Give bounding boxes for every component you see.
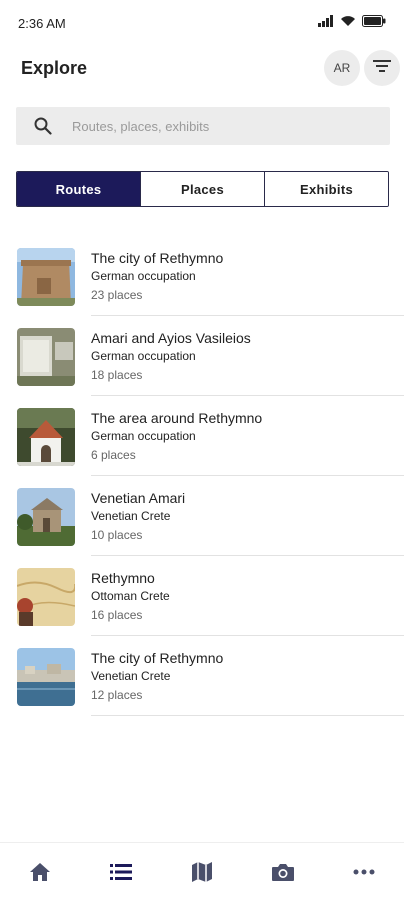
list-item[interactable]: Venetian Amari Venetian Crete 10 places [0,476,404,556]
route-thumbnail [17,408,75,466]
route-count: 6 places [91,448,136,462]
bottom-nav [0,842,404,900]
route-period: Venetian Crete [91,509,171,523]
signal-icon [318,15,334,27]
route-title: Amari and Ayios Vasileios [91,330,251,346]
route-period: German occupation [91,429,196,443]
route-title: Rethymno [91,570,155,586]
status-icons [318,15,386,27]
tab-exhibits[interactable]: Exhibits [264,172,388,206]
filter-button[interactable] [364,50,400,86]
route-period: Ottoman Crete [91,589,170,603]
nav-map[interactable] [162,843,243,900]
tab-routes[interactable]: Routes [17,172,140,206]
route-thumbnail [17,328,75,386]
route-count: 18 places [91,368,143,382]
list-item[interactable]: The city of Rethymno German occupation 2… [0,236,404,316]
route-count: 12 places [91,688,143,702]
list-item[interactable]: Rethymno Ottoman Crete 16 places [0,556,404,636]
camera-icon [271,862,295,882]
list-icon [110,863,133,881]
route-count: 16 places [91,608,143,622]
route-thumbnail [17,248,75,306]
search-box[interactable] [16,107,390,145]
segmented-tabs: Routes Places Exhibits [16,171,389,207]
home-icon [29,862,51,882]
list-item[interactable]: The area around Rethymno German occupati… [0,396,404,476]
nav-list[interactable] [81,843,162,900]
route-thumbnail [17,568,75,626]
route-period: German occupation [91,349,196,363]
route-count: 23 places [91,288,143,302]
wifi-icon [340,15,356,27]
route-period: Venetian Crete [91,669,171,683]
route-thumbnail [17,648,75,706]
avatar[interactable]: AR [324,50,360,86]
route-title: The city of Rethymno [91,650,224,666]
divider [91,715,404,716]
search-icon [33,116,53,136]
nav-camera[interactable] [242,843,323,900]
route-thumbnail [17,488,75,546]
battery-icon [362,15,386,27]
status-bar: 2:36 AM [0,0,404,46]
route-list: The city of Rethymno German occupation 2… [0,236,404,716]
more-icon [353,869,375,875]
nav-more[interactable] [323,843,404,900]
list-item[interactable]: Amari and Ayios Vasileios German occupat… [0,316,404,396]
header: Explore AR [0,48,404,88]
search-input[interactable] [72,118,390,134]
route-title: The area around Rethymno [91,410,263,426]
route-title: Venetian Amari [91,490,186,506]
route-period: German occupation [91,269,196,283]
map-icon [191,861,213,883]
filter-icon [373,59,391,78]
nav-home[interactable] [0,843,81,900]
route-count: 10 places [91,528,143,542]
route-title: The city of Rethymno [91,250,224,266]
list-item[interactable]: The city of Rethymno Venetian Crete 12 p… [0,636,404,716]
status-time: 2:36 AM [18,16,66,31]
tab-places[interactable]: Places [140,172,264,206]
page-title: Explore [21,58,88,78]
